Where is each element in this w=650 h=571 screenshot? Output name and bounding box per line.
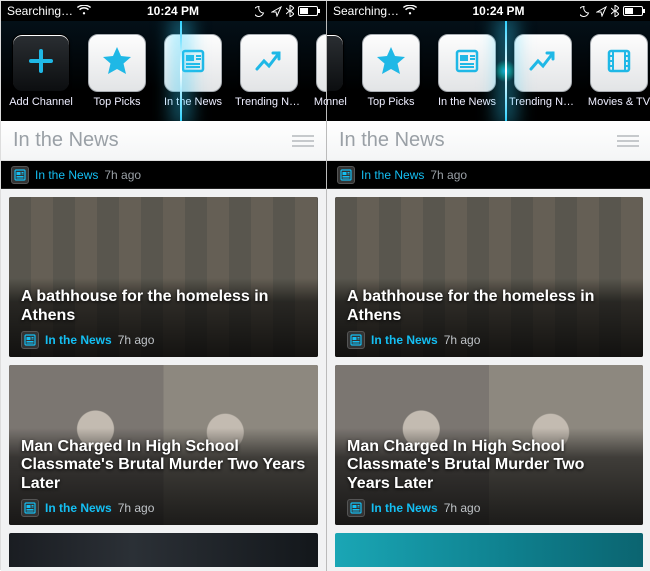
channel-label: Movies & TV [588, 96, 650, 108]
bluetooth-icon [286, 5, 294, 17]
age-label: 7h ago [430, 168, 467, 182]
location-arrow-icon [596, 6, 607, 17]
source-label: In the News [371, 501, 438, 515]
add-channel-label: Add Channel [327, 96, 347, 108]
location-arrow-icon [271, 6, 282, 17]
section-title: In the News [339, 129, 445, 152]
channel-top-picks[interactable]: Top Picks [357, 34, 425, 108]
age-label: 7h ago [118, 501, 155, 515]
newspaper-icon [11, 166, 29, 184]
carrier-text: Searching… [7, 4, 73, 18]
trending-icon [527, 45, 559, 82]
newspaper-icon [347, 499, 365, 517]
article-card[interactable]: Man Charged In High School Classmate's B… [9, 365, 318, 525]
article-card[interactable]: A bathhouse for the homeless in Athens I… [335, 197, 643, 357]
feed[interactable]: In the News 7h ago A bathhouse for the h… [327, 161, 650, 571]
channel-label: In the News [438, 96, 496, 108]
article-card[interactable]: A bathhouse for the homeless in Athens I… [9, 197, 318, 357]
battery-icon [623, 6, 645, 16]
moon-icon [255, 5, 267, 17]
channel-label: Trending Now [235, 96, 303, 108]
source-label: In the News [35, 168, 98, 182]
article-card-partial[interactable] [9, 533, 318, 567]
source-label: In the News [45, 501, 112, 515]
clock: 10:24 PM [473, 4, 525, 18]
add-channel-tile[interactable]: Add Channel [7, 34, 75, 108]
source-label: In the News [45, 333, 112, 347]
age-label: 7h ago [118, 333, 155, 347]
newspaper-icon [337, 166, 355, 184]
article-card[interactable]: Man Charged In High School Classmate's B… [335, 365, 643, 525]
menu-icon[interactable] [617, 135, 639, 147]
section-header: In the News [327, 121, 650, 161]
add-channel-tile-partial[interactable]: Add Channel [327, 34, 349, 108]
channel-bar[interactable]: Add Channel Top Picks In the News Trendi… [1, 21, 326, 121]
newspaper-icon [21, 331, 39, 349]
channel-in-the-news[interactable]: In the News [159, 34, 227, 108]
newspaper-icon [21, 499, 39, 517]
article-headline: A bathhouse for the homeless in Athens [21, 288, 306, 325]
channel-movies-tv-partial[interactable]: Movies & TV [311, 34, 326, 108]
channel-label: Movies & TV [314, 96, 326, 108]
channel-top-picks[interactable]: Top Picks [83, 34, 151, 108]
status-bar: Searching… 10:24 PM [327, 1, 650, 21]
channel-in-the-news[interactable]: In the News [433, 34, 501, 108]
newspaper-icon [452, 46, 482, 81]
plus-icon [27, 47, 55, 80]
age-label: 7h ago [104, 168, 141, 182]
source-label: In the News [371, 333, 438, 347]
newspaper-icon [347, 331, 365, 349]
screen-a: Searching… 10:24 PM Add Channel [1, 1, 326, 571]
channel-label: Top Picks [367, 96, 414, 108]
article-card-partial[interactable] [335, 533, 643, 567]
clock: 10:24 PM [147, 4, 199, 18]
newspaper-icon [178, 46, 208, 81]
article-headline: Man Charged In High School Classmate's B… [21, 438, 306, 493]
plus-icon [327, 47, 329, 80]
menu-icon[interactable] [292, 135, 314, 147]
screen-b: Searching… 10:24 PM Add Channel [326, 1, 650, 571]
status-bar: Searching… 10:24 PM [1, 1, 326, 21]
trending-icon [253, 45, 285, 82]
section-title: In the News [13, 129, 119, 152]
section-header: In the News [1, 121, 326, 161]
channel-label: In the News [164, 96, 222, 108]
channel-trending-now[interactable]: Trending Now [235, 34, 303, 108]
channel-bar[interactable]: Add Channel Top Picks In the News Trendi… [327, 21, 650, 121]
feed-meta-strip[interactable]: In the News 7h ago [327, 161, 650, 189]
carrier-text: Searching… [333, 4, 399, 18]
channel-trending-now[interactable]: Trending Now [509, 34, 577, 108]
moon-icon [580, 5, 592, 17]
source-label: In the News [361, 168, 424, 182]
article-headline: Man Charged In High School Classmate's B… [347, 438, 631, 493]
feed[interactable]: In the News 7h ago A bathhouse for the h… [1, 161, 326, 571]
film-icon [604, 46, 634, 81]
article-headline: A bathhouse for the homeless in Athens [347, 288, 631, 325]
age-label: 7h ago [444, 501, 481, 515]
channel-movies-tv[interactable]: Movies & TV [585, 34, 650, 108]
add-channel-label: Add Channel [9, 96, 73, 108]
age-label: 7h ago [444, 333, 481, 347]
channel-label: Trending Now [509, 96, 577, 108]
channel-label: Top Picks [93, 96, 140, 108]
wifi-icon [403, 4, 417, 18]
battery-icon [298, 6, 320, 16]
star-icon [374, 44, 408, 83]
feed-meta-strip[interactable]: In the News 7h ago [1, 161, 326, 189]
wifi-icon [77, 4, 91, 18]
bluetooth-icon [611, 5, 619, 17]
star-icon [100, 44, 134, 83]
